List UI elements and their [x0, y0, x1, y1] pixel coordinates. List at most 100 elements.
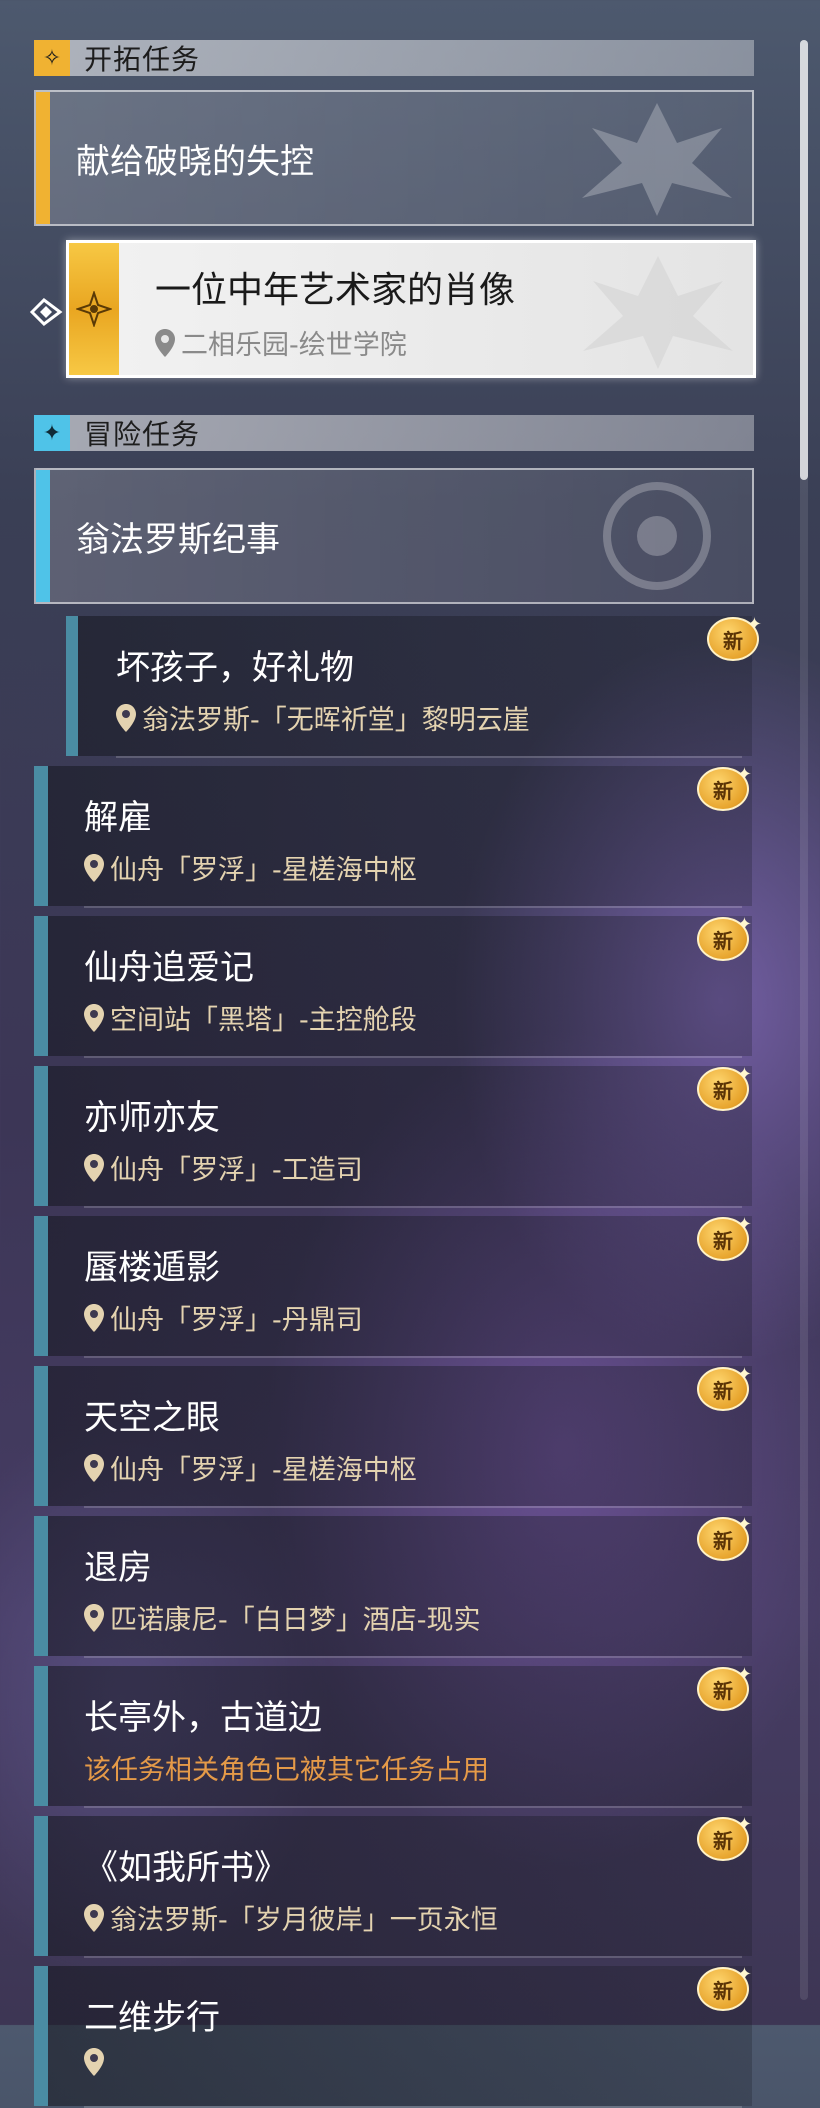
sparkle-icon: ✦: [736, 914, 752, 935]
new-badge-icon: 新 ✦: [694, 914, 752, 964]
trailblaze-emblem-icon: [76, 291, 112, 327]
quest-accent-bar: [34, 1216, 48, 1356]
faction-emblem-icon: [583, 256, 733, 369]
section-title: 冒险任务: [84, 418, 201, 451]
sparkle-icon: ✦: [736, 1214, 752, 1235]
quest-title: 《如我所书》: [84, 1848, 288, 1888]
faction-emblem-icon: [603, 482, 711, 590]
location-text: 二相乐园-绘世学院: [181, 330, 407, 361]
divider: [84, 1806, 742, 1808]
quest-accent-bar: [34, 1366, 48, 1506]
quest-item[interactable]: 退房 匹诺康尼-「白日梦」酒店-现实: [34, 1516, 752, 1658]
quest-accent-bar: [34, 1966, 48, 2106]
quest-accent-bar: [34, 1516, 48, 1656]
quest-title: 天空之眼: [84, 1398, 220, 1438]
quest-accent-bar: [34, 766, 48, 906]
location-text: 仙舟「罗浮」-星槎海中枢: [110, 1455, 417, 1486]
location-pin-icon: [84, 1003, 104, 1032]
location-text: 空间站「黑塔」-主控舱段: [110, 1005, 417, 1036]
quest-item[interactable]: 亦师亦友 仙舟「罗浮」-工造司: [34, 1066, 752, 1208]
section-header-adventure: ✦ 冒险任务: [34, 415, 754, 451]
quest-item[interactable]: 长亭外，古道边 该任务相关角色已被其它任务占用: [34, 1666, 752, 1808]
quest-location: 二相乐园-绘世学院: [155, 323, 407, 362]
sparkle-icon: ✦: [736, 1514, 752, 1535]
location-pin-icon: [116, 703, 136, 732]
quest-item[interactable]: 《如我所书》 翁法罗斯-「岁月彼岸」一页永恒: [34, 1816, 752, 1958]
quest-title: 一位中年艺术家的肖像: [155, 270, 516, 311]
quest-title: 长亭外，古道边: [84, 1698, 322, 1738]
quest-title: 坏孩子，好礼物: [116, 648, 354, 688]
group-title: 翁法罗斯纪事: [76, 519, 280, 560]
new-badge-icon: 新 ✦: [694, 1814, 752, 1864]
divider: [84, 1656, 742, 1658]
quest-accent-bar: [66, 616, 78, 756]
quest-location: 翁法罗斯-「岁月彼岸」一页永恒: [84, 1898, 498, 1937]
divider: [116, 756, 742, 758]
section-header-trailblaze: ✧ 开拓任务: [34, 40, 754, 76]
quest-location: 仙舟「罗浮」-工造司: [84, 1148, 363, 1187]
new-badge-icon: 新 ✦: [694, 1964, 752, 2014]
quest-location: [84, 2048, 110, 2076]
new-badge-icon: 新 ✦: [694, 1664, 752, 1714]
new-badge-icon: 新 ✦: [694, 764, 752, 814]
location-pin-icon: [84, 1453, 104, 1482]
quest-group-trailblaze[interactable]: 献给破晓的失控: [34, 90, 754, 226]
tracked-quest-strip: [69, 243, 119, 375]
divider: [84, 1956, 742, 1958]
quest-accent-bar: [34, 1066, 48, 1206]
location-pin-icon: [84, 2048, 104, 2076]
quest-item[interactable]: 坏孩子，好礼物 翁法罗斯-「无晖祈堂」黎明云崖: [66, 616, 752, 758]
quest-location: 仙舟「罗浮」-星槎海中枢: [84, 848, 417, 887]
sparkle-icon: ✦: [736, 1964, 752, 1985]
quest-title: 亦师亦友: [84, 1098, 220, 1138]
quest-location: 仙舟「罗浮」-丹鼎司: [84, 1298, 363, 1337]
quest-title: 退房: [84, 1548, 152, 1588]
quest-item[interactable]: 蜃楼遁影 仙舟「罗浮」-丹鼎司: [34, 1216, 752, 1358]
scrollbar-thumb[interactable]: [800, 40, 808, 480]
quest-item[interactable]: 解雇 仙舟「罗浮」-星槎海中枢: [34, 766, 752, 908]
location-text: 翁法罗斯-「无晖祈堂」黎明云崖: [142, 705, 530, 736]
location-pin-icon: [84, 853, 104, 882]
adventure-mission-icon: ✦: [34, 415, 70, 451]
quest-warning: 该任务相关角色已被其它任务占用: [84, 1748, 489, 1787]
location-text: 仙舟「罗浮」-丹鼎司: [110, 1305, 363, 1336]
sparkle-icon: ✦: [746, 614, 762, 635]
location-text: 匹诺康尼-「白日梦」酒店-现实: [110, 1605, 481, 1636]
quest-accent-bar: [34, 916, 48, 1056]
new-badge-icon: 新 ✦: [694, 1364, 752, 1414]
location-text: 仙舟「罗浮」-工造司: [110, 1155, 363, 1186]
sparkle-icon: ✦: [736, 1664, 752, 1685]
location-pin-icon: [84, 1303, 104, 1332]
divider: [84, 906, 742, 908]
selection-arrow-icon: [29, 298, 63, 326]
section-title: 开拓任务: [84, 43, 201, 76]
group-accent-bar: [36, 92, 50, 224]
quest-item[interactable]: 天空之眼 仙舟「罗浮」-星槎海中枢: [34, 1366, 752, 1508]
divider: [84, 1506, 742, 1508]
quest-location: 翁法罗斯-「无晖祈堂」黎明云崖: [116, 698, 530, 737]
group-title: 献给破晓的失控: [76, 141, 314, 182]
faction-emblem-icon: [582, 103, 732, 216]
quest-accent-bar: [34, 1816, 48, 1956]
new-badge-icon: 新 ✦: [694, 1064, 752, 1114]
quest-location: 空间站「黑塔」-主控舱段: [84, 998, 417, 1037]
location-pin-icon: [155, 328, 175, 357]
quest-title: 二维步行: [84, 1998, 220, 2038]
quest-location: 匹诺康尼-「白日梦」酒店-现实: [84, 1598, 481, 1637]
trailblaze-mission-icon: ✧: [34, 40, 70, 76]
sparkle-icon: ✦: [736, 1814, 752, 1835]
location-text: 翁法罗斯-「岁月彼岸」一页永恒: [110, 1905, 498, 1936]
quest-location: 仙舟「罗浮」-星槎海中枢: [84, 1448, 417, 1487]
current-quest-card[interactable]: 一位中年艺术家的肖像 二相乐园-绘世学院: [66, 240, 756, 378]
location-pin-icon: [84, 1603, 104, 1632]
divider: [84, 1056, 742, 1058]
quest-item[interactable]: 仙舟追爱记 空间站「黑塔」-主控舱段: [34, 916, 752, 1058]
quest-title: 解雇: [84, 798, 152, 838]
sparkle-icon: ✦: [736, 1364, 752, 1385]
sparkle-icon: ✦: [736, 1064, 752, 1085]
location-pin-icon: [84, 1903, 104, 1932]
quest-group-adventure[interactable]: 翁法罗斯纪事: [34, 468, 754, 604]
quest-item[interactable]: 二维步行: [34, 1966, 752, 2108]
quest-title: 蜃楼遁影: [84, 1248, 220, 1288]
divider: [84, 1356, 742, 1358]
